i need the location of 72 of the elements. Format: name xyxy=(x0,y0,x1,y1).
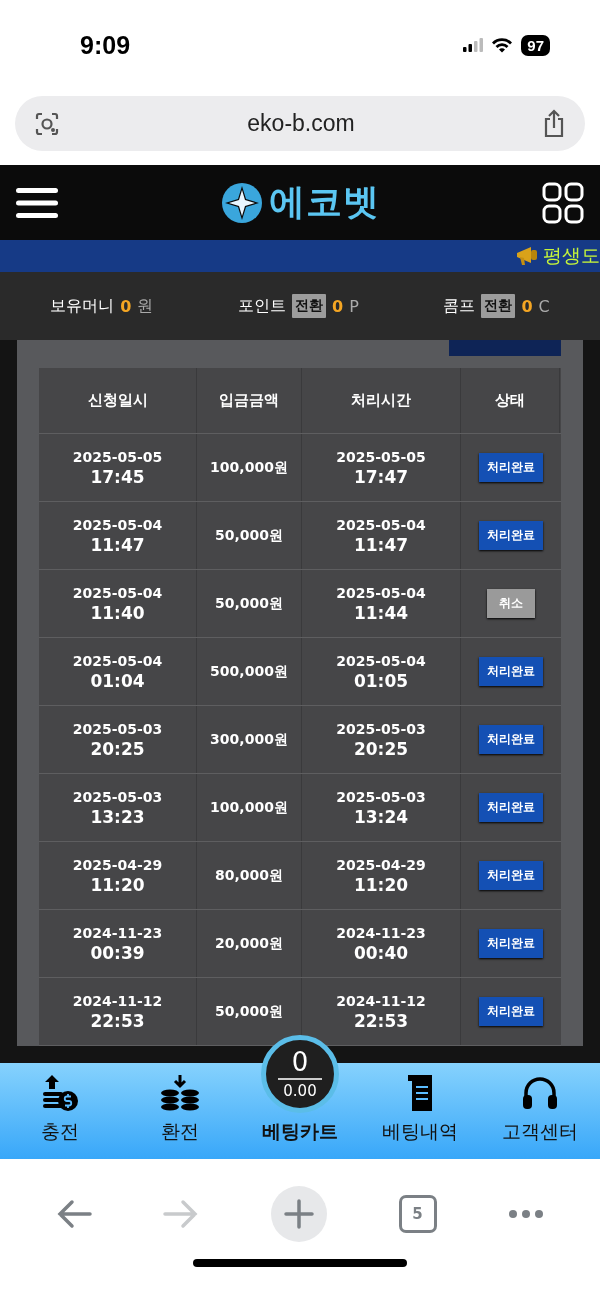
megaphone-icon xyxy=(515,245,539,267)
status-badge: 처리완료 xyxy=(478,997,543,1026)
cart-counter: 0 0.00 xyxy=(261,1035,339,1113)
table-cell: 2024-11-23 00:39 xyxy=(39,910,197,977)
column-header: 신청일시 xyxy=(39,368,197,433)
battery-indicator: 97 xyxy=(521,34,550,56)
table-cell: 2024-11-12 22:53 xyxy=(39,978,197,1045)
table-cell: 2025-05-04 11:47 xyxy=(39,502,197,569)
status-badge: 처리완료 xyxy=(478,861,543,890)
balance-value: 0 xyxy=(521,296,533,316)
nav-item[interactable]: 베팅내역 xyxy=(365,1073,475,1145)
table-cell: 2025-05-03 20:25 xyxy=(39,706,197,773)
tab-count-button[interactable]: 5 xyxy=(398,1195,437,1233)
url-text: eko-b.com xyxy=(247,110,355,137)
menu-icon[interactable] xyxy=(16,187,58,218)
balance-unit: P xyxy=(349,296,359,316)
table-cell: 2025-05-03 13:23 xyxy=(39,774,197,841)
table-cell: 2025-05-03 20:25 xyxy=(302,706,461,773)
address-bar[interactable]: eko-b.com xyxy=(15,96,585,151)
nav-item[interactable]: 고객센터 xyxy=(485,1073,595,1145)
status-badge: 처리완료 xyxy=(478,521,543,550)
balance-label: 보유머니 xyxy=(50,295,115,317)
column-header: 처리시간 xyxy=(302,368,461,433)
balance-value: 0 xyxy=(120,296,132,316)
logo-emblem-icon xyxy=(220,181,263,224)
balance-label: 콤프 xyxy=(443,295,476,317)
table-cell: 2025-04-29 11:20 xyxy=(302,842,461,909)
table-cell: 20,000원 xyxy=(197,910,302,977)
table-cell: 2025-04-29 11:20 xyxy=(39,842,197,909)
balance-unit: C xyxy=(538,296,550,316)
column-header: 입금금액 xyxy=(197,368,302,433)
convert-button[interactable]: 전환 xyxy=(292,294,326,318)
convert-button[interactable]: 전환 xyxy=(481,294,516,318)
balance-value: 0 xyxy=(332,296,344,316)
wifi-icon xyxy=(491,37,514,53)
status-badge: 처리완료 xyxy=(478,453,543,482)
table-cell: 2025-05-05 17:45 xyxy=(39,434,197,501)
table-cell: 2025-05-04 01:04 xyxy=(39,638,197,705)
status-badge: 처리완료 xyxy=(478,657,543,686)
table-cell: 80,000원 xyxy=(197,842,302,909)
logo-text: 에코벳 xyxy=(268,180,380,224)
table-cell: 100,000원 xyxy=(197,434,302,501)
balance-label: 포인트 xyxy=(238,295,286,317)
back-icon[interactable] xyxy=(55,1199,92,1229)
nav-item[interactable]: 환전 xyxy=(125,1073,235,1145)
table-cell: 2025-05-05 17:47 xyxy=(302,434,461,501)
grid-menu-icon[interactable] xyxy=(542,181,584,224)
table-cell: 100,000원 xyxy=(197,774,302,841)
notice-ticker-text: 평생도 xyxy=(543,243,600,268)
coins-up-icon xyxy=(40,1073,80,1113)
status-badge: 처리완료 xyxy=(478,929,543,958)
table-cell: 50,000원 xyxy=(197,570,302,637)
table-cell: 2025-05-04 11:44 xyxy=(302,570,461,637)
signal-icon xyxy=(463,38,484,52)
table-cell: 50,000원 xyxy=(197,502,302,569)
new-tab-icon[interactable] xyxy=(271,1186,327,1242)
column-header: 상태 xyxy=(461,368,560,433)
table-cell: 2025-05-04 11:47 xyxy=(302,502,461,569)
balance-unit: 원 xyxy=(137,295,154,317)
table-cell: 2025-05-04 11:40 xyxy=(39,570,197,637)
status-badge: 처리완료 xyxy=(478,725,543,754)
status-badge: 취소 xyxy=(486,589,535,618)
coins-down-icon xyxy=(160,1073,200,1113)
status-time: 9:09 xyxy=(80,30,131,60)
table-cell: 2025-05-04 01:05 xyxy=(302,638,461,705)
more-icon[interactable] xyxy=(508,1209,545,1219)
status-badge: 처리완료 xyxy=(478,793,543,822)
table-cell: 300,000원 xyxy=(197,706,302,773)
nav-item[interactable]: 충전 xyxy=(5,1073,115,1145)
table-cell: 500,000원 xyxy=(197,638,302,705)
table-cell: 2025-05-03 13:24 xyxy=(302,774,461,841)
table-cell: 2024-11-23 00:40 xyxy=(302,910,461,977)
